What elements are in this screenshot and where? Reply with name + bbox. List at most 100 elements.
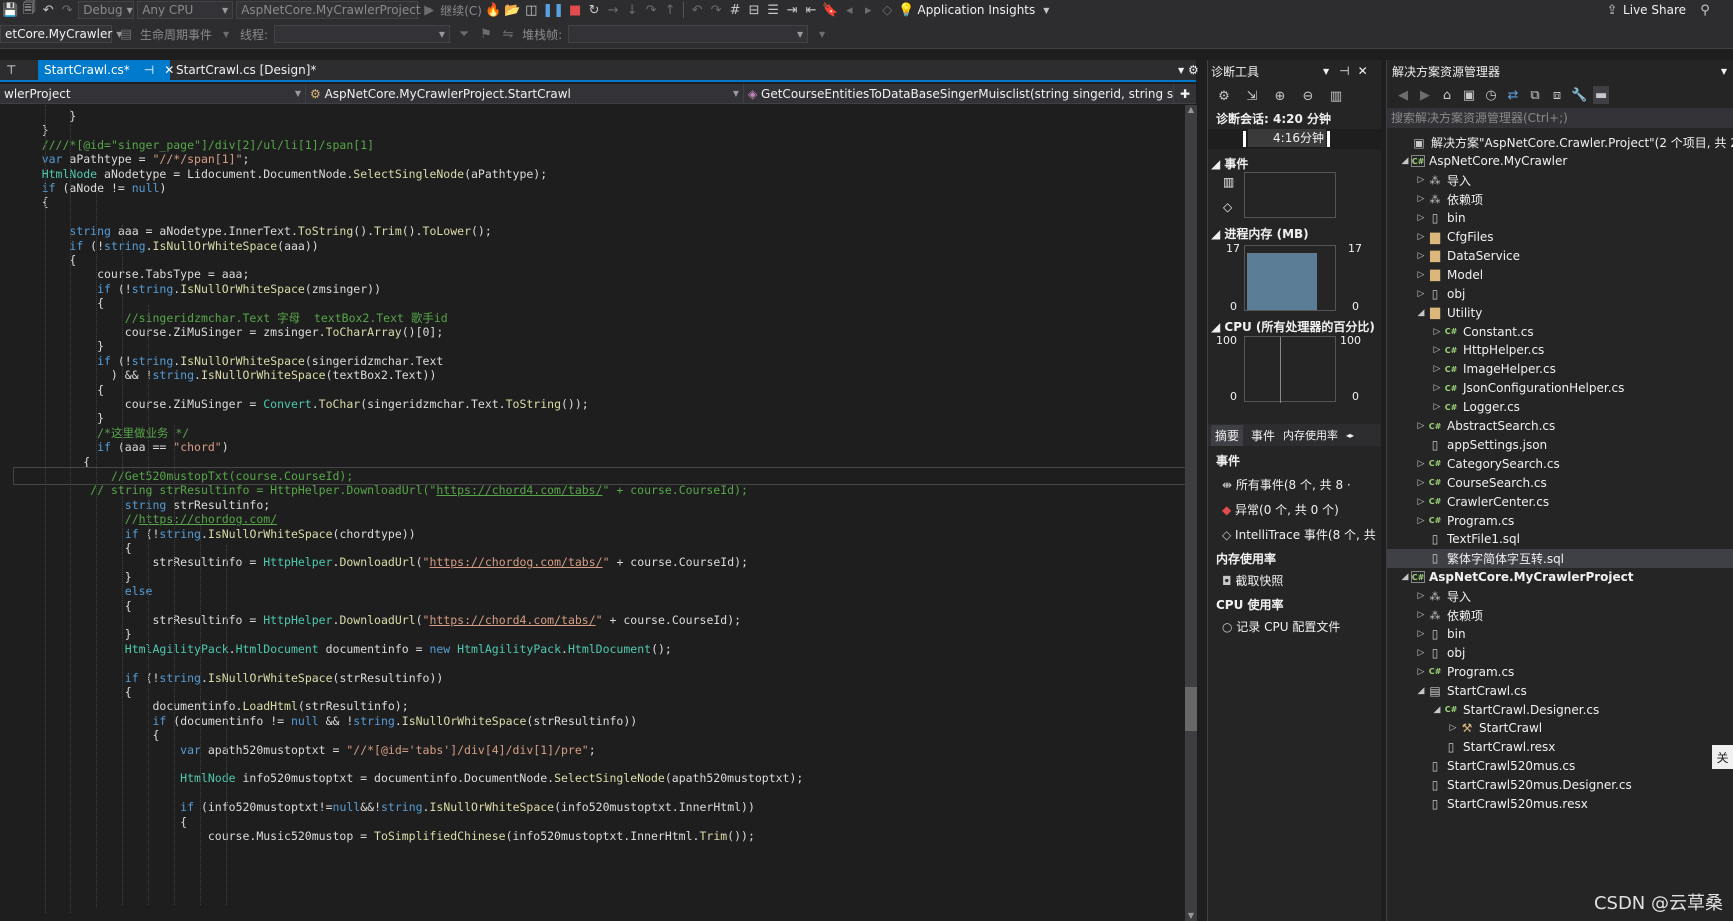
home-icon[interactable]: ⌂ xyxy=(1439,86,1455,104)
collapse-all-icon[interactable]: ⧉ xyxy=(1527,86,1543,104)
play-icon[interactable]: ▶ xyxy=(421,1,437,19)
step-out-icon[interactable]: ↑ xyxy=(662,1,678,19)
bookmark-next-icon[interactable]: ▸ xyxy=(860,1,876,19)
project-dropdown[interactable]: wlerProject ▼ xyxy=(0,84,306,103)
collapsed-arrow-icon[interactable]: ▷ xyxy=(1431,383,1443,393)
format-icon[interactable]: ☰ xyxy=(765,1,781,19)
sync-icon[interactable]: ⇄ xyxy=(1505,86,1521,104)
forward-icon[interactable]: ▶ xyxy=(1417,86,1433,104)
all-events-item[interactable]: ⇼ 所有事件(8 个, 共 8 · xyxy=(1222,476,1351,493)
tree-item[interactable]: ◢ C# AspNetCore.MyCrawlerProject xyxy=(1387,568,1733,587)
collapsed-arrow-icon[interactable]: ▷ xyxy=(1431,402,1443,412)
tab-pin-icon[interactable]: ⊣ xyxy=(144,63,154,77)
collapsed-arrow-icon[interactable]: ▷ xyxy=(1415,251,1427,261)
tree-item[interactable]: ▯ TextFile1.sql xyxy=(1387,530,1733,549)
expanded-arrow-icon[interactable]: ◢ xyxy=(1415,308,1427,318)
bookmark-clear-icon[interactable]: ◇ xyxy=(879,1,895,19)
collapsed-arrow-icon[interactable]: ▷ xyxy=(1431,364,1443,374)
hashtag-icon[interactable]: # xyxy=(727,1,743,19)
tree-item[interactable]: ▷ ▯ bin xyxy=(1387,624,1733,643)
editor-vertical-scrollbar[interactable]: ▲ ▼ xyxy=(1185,105,1197,921)
process-dropdown[interactable]: etCore.MyCrawler ▼ xyxy=(0,25,122,43)
export-icon[interactable]: ⇲ xyxy=(1244,87,1260,105)
class-dropdown[interactable]: ⚙ AspNetCore.MyCrawlerProject.StartCrawl… xyxy=(306,84,744,103)
member-dropdown[interactable]: ◈ GetCourseEntitiesToDataBaseSingerMuisc… xyxy=(744,84,1174,103)
tab-scroll-icon[interactable]: ◂▸ xyxy=(1346,431,1354,440)
back-icon[interactable]: ↶ xyxy=(689,1,705,19)
exceptions-item[interactable]: ◆ 异常(0 个, 共 0 个) xyxy=(1222,501,1339,518)
pin-icon[interactable]: ⊣ xyxy=(1339,64,1349,78)
tree-item[interactable]: ▷ C# HttpHelper.cs xyxy=(1387,341,1733,360)
chevron-down-icon[interactable]: ▼ xyxy=(218,25,234,43)
collapsed-arrow-icon[interactable]: ▷ xyxy=(1415,289,1427,299)
hot-reload-icon[interactable]: 🔥 xyxy=(485,1,501,19)
expanded-arrow-icon[interactable]: ◢ xyxy=(1431,705,1443,715)
outdent-icon[interactable]: ⇤ xyxy=(803,1,819,19)
flag-icon[interactable]: ⚑ xyxy=(478,25,494,43)
pin-icon[interactable]: ⊤ xyxy=(0,60,30,80)
expanded-arrow-icon[interactable]: ◢ xyxy=(1415,686,1427,696)
tree-item[interactable]: ▯ StartCrawl520mus.Designer.cs xyxy=(1387,776,1733,795)
code-line[interactable]: HtmlNode info520mustoptxt = documentinfo… xyxy=(14,770,803,786)
tree-item[interactable]: ◢ ▆ Utility xyxy=(1387,303,1733,322)
share-icon[interactable]: ⇪ xyxy=(1604,1,1620,19)
scroll-down-icon[interactable]: ▼ xyxy=(1185,911,1197,921)
align-icon[interactable]: ⊟ xyxy=(746,1,762,19)
memory-section-title[interactable]: ◢ 进程内存 (MB) xyxy=(1211,225,1309,242)
tree-item[interactable]: ▷ C# Constant.cs xyxy=(1387,322,1733,341)
pause-icon[interactable]: ❚❚ xyxy=(542,1,564,19)
collapsed-arrow-icon[interactable]: ▷ xyxy=(1415,610,1427,620)
collapsed-arrow-icon[interactable]: ▷ xyxy=(1415,591,1427,601)
zoom-out-icon[interactable]: ⊖ xyxy=(1300,87,1316,105)
tree-item[interactable]: ▷ C# AbstractSearch.cs xyxy=(1387,417,1733,436)
step-into-icon[interactable]: ↓ xyxy=(624,1,640,19)
collapsed-arrow-icon[interactable]: ▷ xyxy=(1415,421,1427,431)
tree-item[interactable]: ▷ ▆ CfgFiles xyxy=(1387,228,1733,247)
chevron-down-icon[interactable]: ▼ xyxy=(1038,1,1054,19)
code-line[interactable]: { xyxy=(14,194,49,210)
stop-icon[interactable]: ■ xyxy=(567,1,583,19)
collapsed-arrow-icon[interactable]: ▷ xyxy=(1431,327,1443,337)
collapsed-arrow-icon[interactable]: ▷ xyxy=(1415,629,1427,639)
gear-icon[interactable]: ⚙ xyxy=(1216,87,1232,105)
back-icon[interactable]: ◀ xyxy=(1395,86,1411,104)
collapsed-arrow-icon[interactable]: ▷ xyxy=(1415,270,1427,280)
expanded-arrow-icon[interactable]: ◢ xyxy=(1399,572,1411,582)
intellitrace-item[interactable]: ◇ IntelliTrace 事件(8 个, 共 xyxy=(1222,526,1376,543)
code-line[interactable]: HtmlAgilityPack.HtmlDocument documentinf… xyxy=(14,641,672,657)
collapsed-arrow-icon[interactable]: ▷ xyxy=(1415,478,1427,488)
scrollbar-thumb[interactable] xyxy=(1185,687,1197,731)
collapsed-arrow-icon[interactable]: ▷ xyxy=(1415,194,1427,204)
tree-item[interactable]: ▷ C# Program.cs xyxy=(1387,662,1733,681)
tree-item[interactable]: ▷ ⚒ StartCrawl xyxy=(1387,719,1733,738)
timeline-handle[interactable] xyxy=(1243,131,1246,147)
tree-item[interactable]: ▯ StartCrawl520mus.resx xyxy=(1387,795,1733,814)
undo-icon[interactable]: ↶ xyxy=(40,1,56,19)
tree-item[interactable]: ▯ appSettings.json xyxy=(1387,435,1733,454)
events-section-title[interactable]: ◢ 事件 xyxy=(1211,155,1248,172)
insights-icon[interactable]: 💡 xyxy=(898,1,914,19)
tree-item[interactable]: ▷ C# CrawlerCenter.cs xyxy=(1387,492,1733,511)
tree-item[interactable]: ▷ ▆ Model xyxy=(1387,265,1733,284)
tree-item[interactable]: ▷ C# JsonConfigurationHelper.cs xyxy=(1387,379,1733,398)
step-over-icon[interactable]: ↷ xyxy=(643,1,659,19)
record-cpu-profile-button[interactable]: ○ 记录 CPU 配置文件 xyxy=(1222,618,1340,635)
thread-switch-icon[interactable]: ⇋ xyxy=(500,25,516,43)
collapsed-arrow-icon[interactable]: ▷ xyxy=(1431,345,1443,355)
lifecycle-events-label[interactable]: 生命周期事件 xyxy=(140,26,212,43)
tab-startcrawl-design[interactable]: StartCrawl.cs [Design]* xyxy=(170,60,322,80)
reset-zoom-icon[interactable]: ▥ xyxy=(1328,87,1344,105)
platform-dropdown[interactable]: Any CPU ▼ xyxy=(137,1,234,19)
tab-startcrawl-cs[interactable]: StartCrawl.cs* ⊣ ✕ xyxy=(38,60,174,80)
zoom-in-icon[interactable]: ⊕ xyxy=(1272,87,1288,105)
folder-icon[interactable]: 📂 xyxy=(504,1,520,19)
collapsed-arrow-icon[interactable]: ▷ xyxy=(1447,723,1459,733)
chevron-down-icon[interactable]: ▼ xyxy=(1323,67,1329,76)
bookmark-prev-icon[interactable]: ◂ xyxy=(841,1,857,19)
tree-item[interactable]: ▷ ▯ bin xyxy=(1387,209,1733,228)
tree-item[interactable]: ▣ 解决方案"AspNetCore.Crawler.Project"(2 个项目,… xyxy=(1387,133,1733,152)
collapsed-arrow-icon[interactable]: ▷ xyxy=(1415,497,1427,507)
timeline-handle[interactable] xyxy=(1327,131,1330,147)
take-snapshot-button[interactable]: ◘ 截取快照 xyxy=(1222,572,1283,589)
save-icon[interactable]: 💾 xyxy=(2,1,18,19)
